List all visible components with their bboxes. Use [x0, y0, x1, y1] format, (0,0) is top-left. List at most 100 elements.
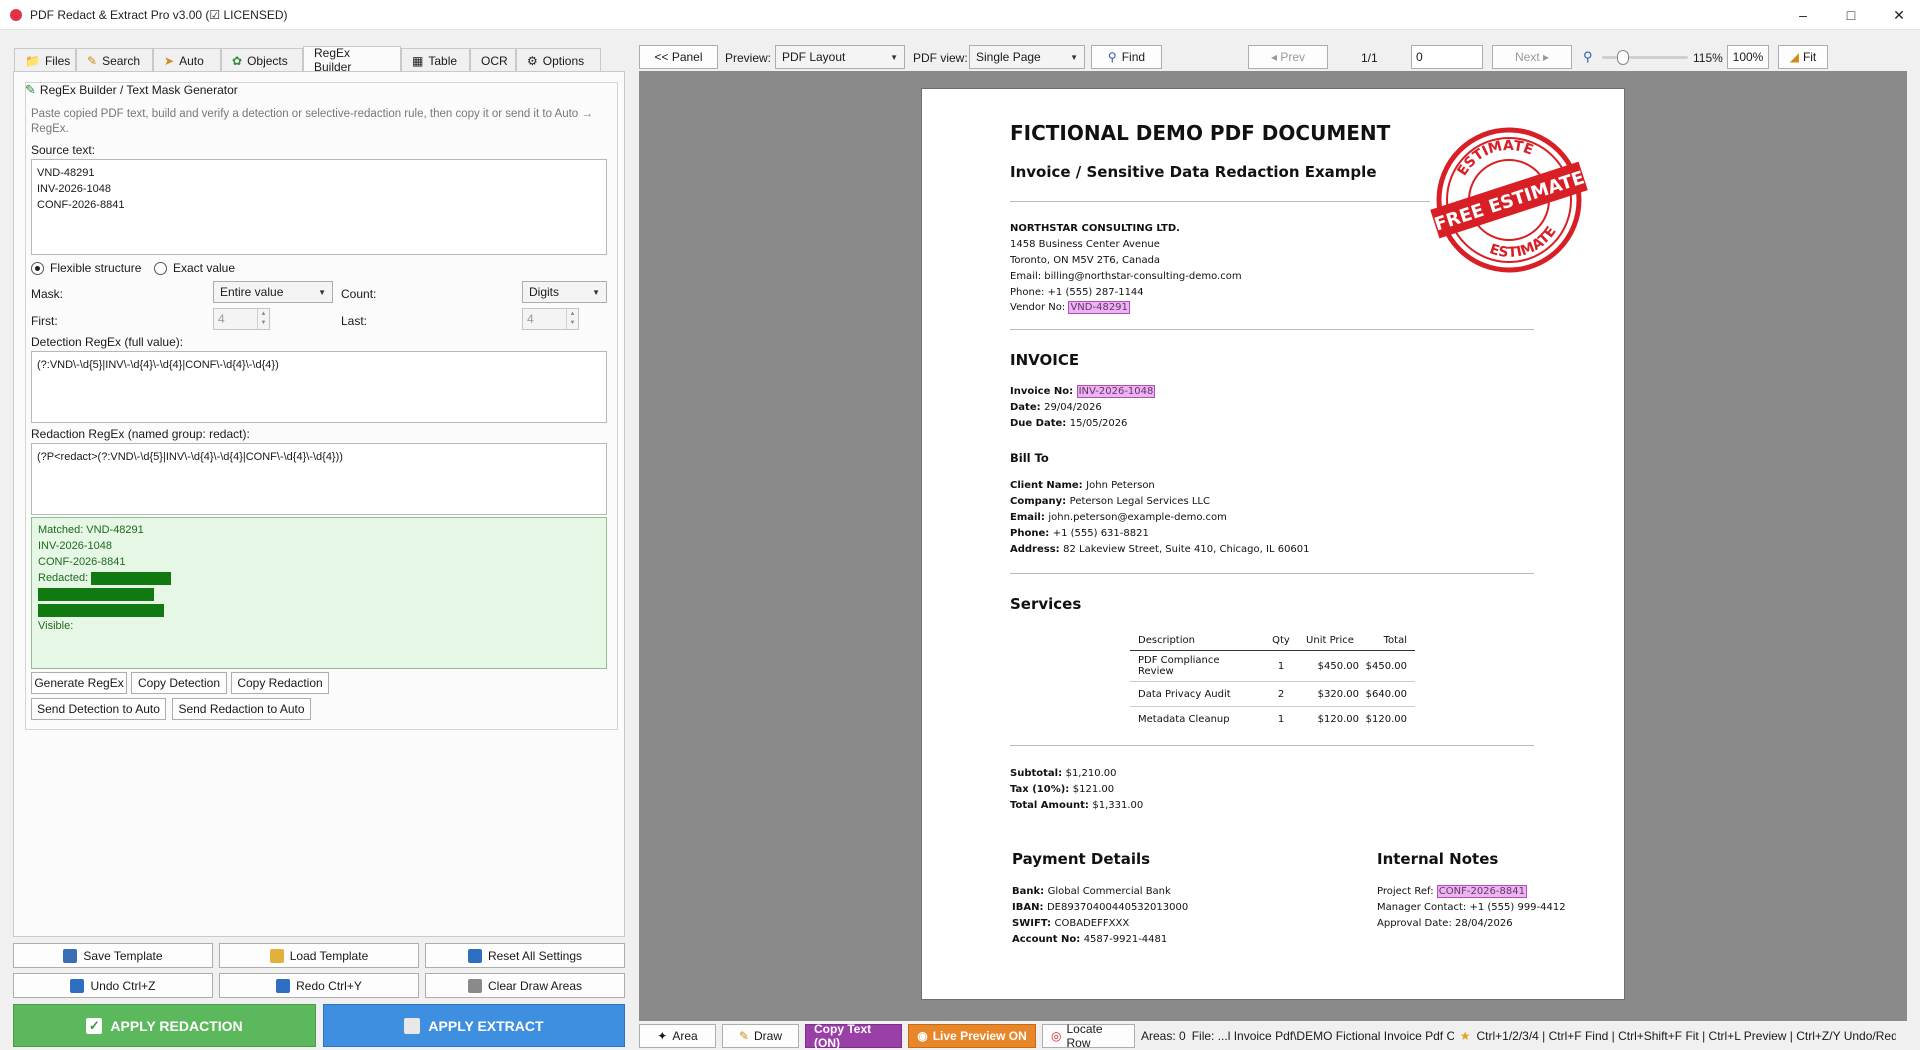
file-path: File: ...l Invoice Pdf\DEMO Fictional In…: [1191, 1029, 1454, 1043]
locate-row-button[interactable]: ◎ Locate Row: [1042, 1022, 1135, 1050]
close-button[interactable]: ✕: [1876, 0, 1920, 30]
table-icon: ▦: [412, 53, 424, 68]
trash-icon: [467, 978, 482, 993]
radio-exact-value[interactable]: Exact value: [154, 261, 235, 275]
swift-label: SWIFT:: [1012, 918, 1055, 929]
window-title: PDF Redact & Extract Pro v3.00 (☑ LICENS…: [30, 7, 288, 22]
detection-regex-field[interactable]: (?:VND\-\d{5}|INV\-\d{4}\-\d{4}|CONF\-\d…: [31, 351, 607, 423]
company-email: Email: billing@northstar-consulting-demo…: [1010, 271, 1242, 282]
send-detection-button[interactable]: Send Detection to Auto: [31, 698, 166, 720]
redaction-regex-field[interactable]: (?P<redact>(?:VND\-\d{5}|INV\-\d{4}\-\d{…: [31, 443, 607, 515]
load-template-button[interactable]: Load Template: [219, 943, 419, 968]
table-cell: $120.00: [1365, 713, 1407, 725]
copy-text-toggle[interactable]: Copy Text (ON): [805, 1022, 902, 1050]
preview-select[interactable]: PDF Layout ▼: [775, 45, 905, 69]
redo-button[interactable]: Redo Ctrl+Y: [219, 973, 419, 998]
table-cell: $320.00: [1317, 688, 1359, 700]
fit-icon: ◢: [1789, 50, 1799, 64]
lightbulb-icon: ★: [1459, 1029, 1471, 1043]
tab-search[interactable]: ✎ Search: [76, 48, 153, 72]
panel-toggle-button[interactable]: << Panel: [639, 45, 718, 69]
total-label: Total Amount:: [1010, 800, 1093, 811]
area-tool-button[interactable]: ✦ Area: [639, 1024, 716, 1048]
button-label: Redo Ctrl+Y: [296, 978, 362, 993]
reset-settings-button[interactable]: Reset All Settings: [425, 943, 625, 968]
mask-label: Mask:: [31, 287, 64, 301]
column-header: Description: [1138, 635, 1195, 646]
fit-button[interactable]: ◢ Fit: [1778, 45, 1828, 69]
first-spinbox[interactable]: 4 ▲ ▼: [213, 308, 270, 330]
tab-ocr[interactable]: OCR: [470, 48, 516, 72]
first-label: First:: [31, 314, 58, 328]
spin-arrows-icon[interactable]: ▲ ▼: [566, 309, 578, 329]
button-label: APPLY EXTRACT: [428, 1017, 544, 1034]
invoice-number-highlight[interactable]: INV-2026-1048: [1076, 385, 1156, 398]
mask-select[interactable]: Entire value ▼: [213, 281, 333, 303]
apply-redaction-button[interactable]: ✓ APPLY REDACTION: [13, 1004, 316, 1047]
tab-options[interactable]: ⚙ Options: [516, 48, 601, 72]
reset-icon: [467, 948, 482, 963]
gear-icon: ⚙: [527, 53, 538, 68]
total-value: $1,331.00: [1092, 800, 1144, 811]
tab-auto[interactable]: ➤ Auto: [153, 48, 221, 72]
count-label: Count:: [341, 287, 377, 301]
group-title: ✎ RegEx Builder / Text Mask Generator: [25, 82, 238, 98]
tab-files[interactable]: 📁 Files: [14, 48, 76, 72]
copy-redaction-button[interactable]: Copy Redaction: [231, 672, 329, 694]
undo-button[interactable]: Undo Ctrl+Z: [13, 973, 213, 998]
table-cell: 2: [1277, 688, 1285, 700]
count-select[interactable]: Digits ▼: [522, 281, 607, 303]
zoom-icon: ⚲: [1583, 49, 1593, 64]
chevron-down-icon: ▼: [1070, 52, 1078, 62]
spin-arrows-icon[interactable]: ▲ ▼: [257, 309, 269, 329]
stamp-top-text: ESTIMATE: [1449, 128, 1539, 182]
prev-page-button[interactable]: ◂ Prev: [1248, 45, 1328, 69]
tab-label: Files: [44, 53, 71, 68]
draw-tool-button[interactable]: ✎ Draw: [722, 1024, 799, 1048]
approval-date: Approval Date: 28/04/2026: [1377, 918, 1513, 929]
last-spinbox[interactable]: 4 ▲ ▼: [522, 308, 579, 330]
eye-icon: ◉: [917, 1029, 928, 1043]
send-redaction-button[interactable]: Send Redaction to Auto: [172, 698, 311, 720]
next-page-button[interactable]: Next ▸: [1492, 45, 1572, 69]
table-cell: $450.00: [1317, 660, 1359, 672]
tab-regex-builder[interactable]: RegEx Builder: [303, 46, 401, 74]
source-text-area[interactable]: VND-48291 INV-2026-1048 CONF-2026-8841: [31, 159, 607, 255]
tab-label: Search: [102, 53, 141, 68]
doc-heading: FICTIONAL DEMO PDF DOCUMENT: [1010, 121, 1391, 145]
invoice-date: Date: 29/04/2026: [1010, 402, 1102, 413]
apply-extract-button[interactable]: APPLY EXTRACT: [323, 1004, 625, 1047]
divider: [1010, 573, 1534, 574]
copy-detection-button[interactable]: Copy Detection: [131, 672, 227, 694]
maximize-button[interactable]: □: [1828, 0, 1874, 30]
find-button[interactable]: ⚲ Find: [1091, 45, 1162, 69]
match-line: Matched: VND-48291: [38, 524, 144, 536]
minimize-button[interactable]: –: [1780, 0, 1826, 30]
live-preview-toggle[interactable]: ◉ Live Preview ON: [908, 1024, 1036, 1048]
project-ref-highlight[interactable]: CONF-2026-8841: [1436, 885, 1527, 898]
vendor-number-highlight[interactable]: VND-48291: [1068, 301, 1130, 314]
stamp-banner-text: FREE ESTIMATE: [1432, 167, 1587, 235]
company-phone: Phone: +1 (555) 287-1144: [1010, 287, 1144, 298]
zoom-100-button[interactable]: 100%: [1727, 45, 1769, 69]
last-label: Last:: [341, 314, 368, 328]
clear-draw-areas-button[interactable]: Clear Draw Areas: [425, 973, 625, 998]
zoom-slider-track[interactable]: [1602, 56, 1688, 59]
button-label: APPLY REDACTION: [110, 1017, 243, 1034]
radio-flexible-structure[interactable]: Flexible structure: [31, 261, 141, 275]
pdf-view-select[interactable]: Single Page ▼: [969, 45, 1085, 69]
save-template-button[interactable]: Save Template: [13, 943, 213, 968]
iban: IBAN: DE89370400440532013000: [1012, 902, 1188, 913]
page-number-input[interactable]: 0: [1411, 45, 1483, 69]
count-value: Digits: [529, 285, 560, 299]
zoom-slider-thumb[interactable]: [1616, 50, 1629, 65]
folder-icon: [269, 948, 284, 963]
mask-value: Entire value: [220, 285, 284, 299]
target-icon: ◎: [1051, 1029, 1062, 1043]
tab-objects[interactable]: ✿ Objects: [221, 48, 303, 72]
tab-table[interactable]: ▦ Table: [401, 48, 470, 72]
last-value: 4: [527, 312, 534, 326]
generate-regex-button[interactable]: Generate RegEx: [31, 672, 127, 694]
swift-value: COBADEFFXXX: [1054, 918, 1130, 929]
group-title-text: RegEx Builder / Text Mask Generator: [39, 83, 238, 97]
